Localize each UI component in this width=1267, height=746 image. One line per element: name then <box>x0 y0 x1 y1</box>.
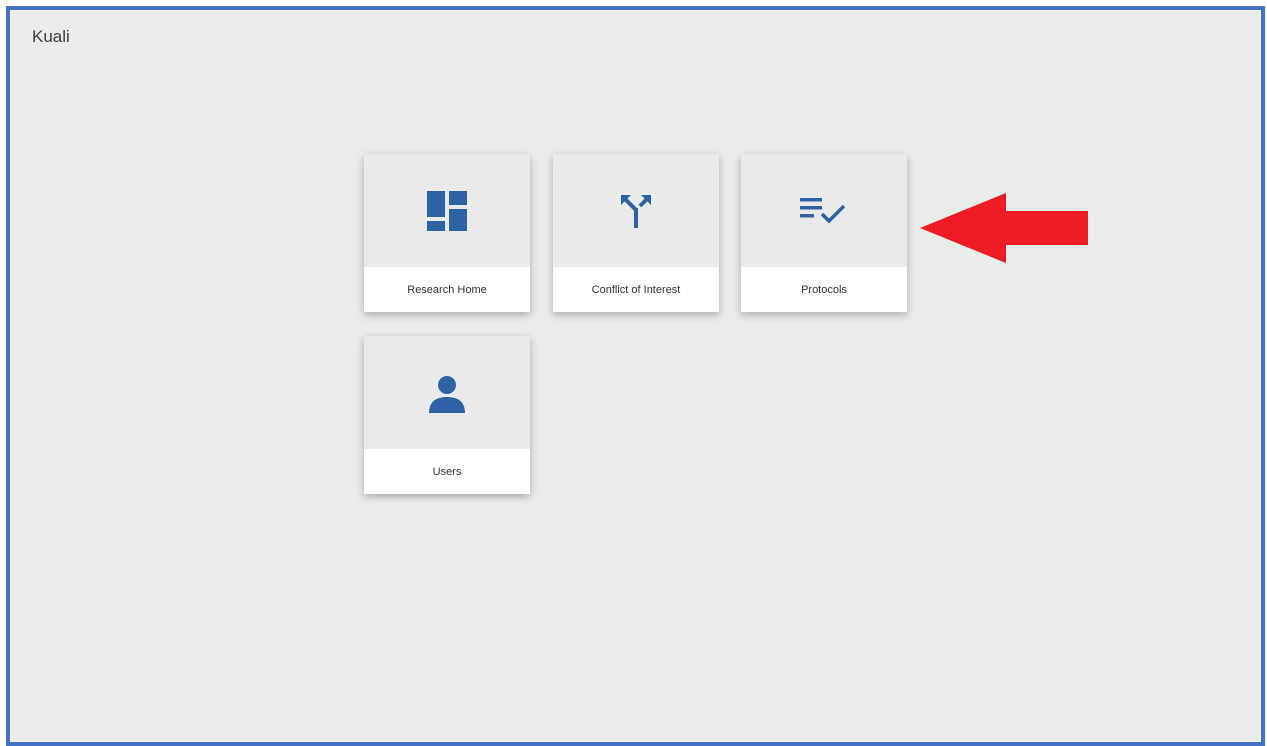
dashboard-icon <box>427 190 467 231</box>
playlist-check-icon <box>800 196 848 226</box>
tile-label: Research Home <box>407 283 487 296</box>
tile-icon-area <box>553 154 719 267</box>
app-window: Kuali Research Home Conflict of Interest… <box>6 6 1265 746</box>
tile-conflict-of-interest[interactable]: Conflict of Interest <box>553 154 719 312</box>
tile-research-home[interactable]: Research Home <box>364 154 530 312</box>
red-arrow-icon <box>920 193 1088 263</box>
app-title: Kuali <box>32 27 70 46</box>
tile-icon-area <box>364 336 530 449</box>
tile-label: Conflict of Interest <box>591 283 681 296</box>
tile-users[interactable]: Users <box>364 336 530 494</box>
call-split-icon <box>619 193 653 229</box>
tile-icon-area <box>364 154 530 267</box>
person-icon <box>427 373 467 413</box>
tile-label: Protocols <box>801 283 847 296</box>
tile-icon-area <box>741 154 907 267</box>
tile-protocols[interactable]: Protocols <box>741 154 907 312</box>
tile-label: Users <box>432 465 462 478</box>
